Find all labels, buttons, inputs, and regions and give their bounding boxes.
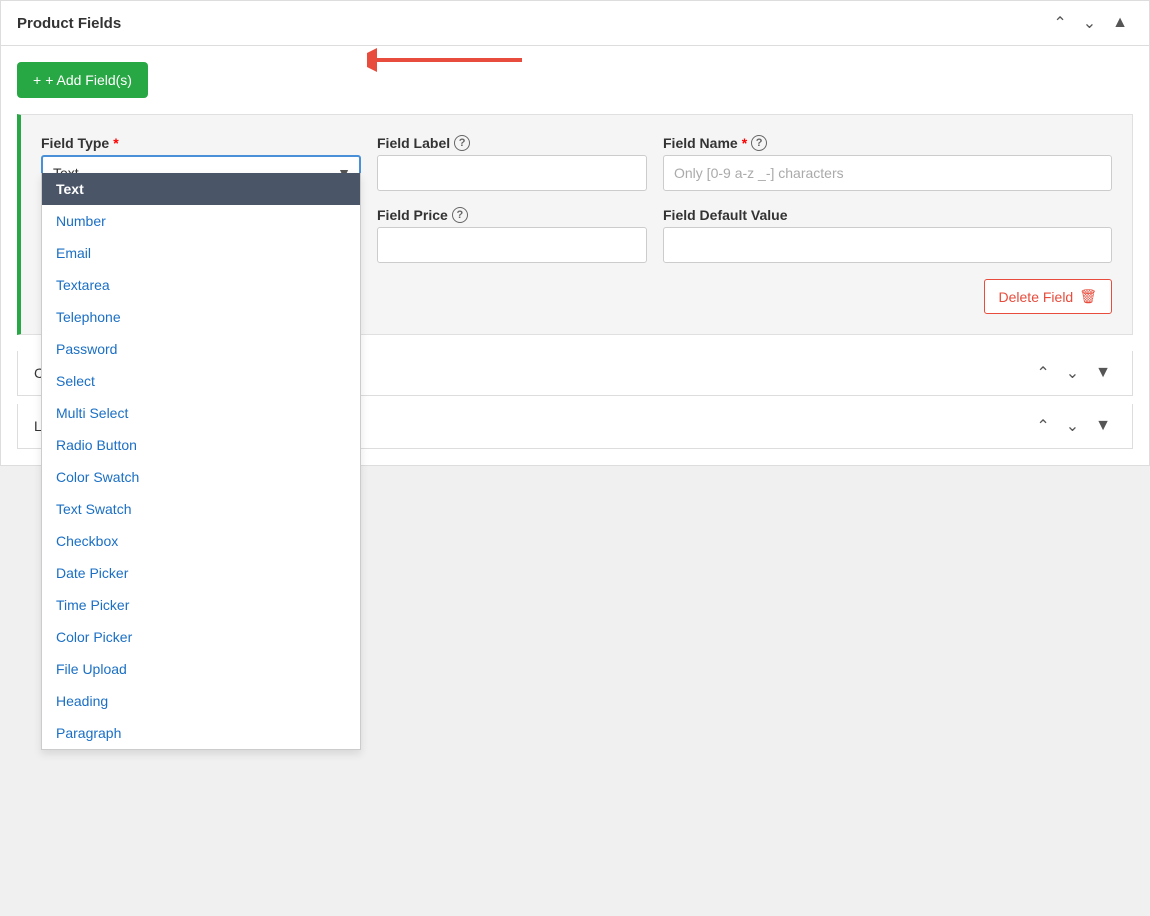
field-default-value-label: Field Default Value bbox=[663, 207, 1112, 223]
dropdown-item-color-picker[interactable]: Color Picker bbox=[42, 621, 360, 653]
fields-grid-top: Field Type * Text ▼ Text Number Email bbox=[41, 135, 1112, 191]
arrow-svg bbox=[367, 45, 527, 75]
field-price-group: Field Price ? bbox=[377, 207, 647, 263]
delete-field-label: Delete Field bbox=[999, 289, 1074, 305]
panel-title: Product Fields bbox=[17, 15, 121, 32]
dropdown-item-date-picker[interactable]: Date Picker bbox=[42, 557, 360, 589]
trash-icon: 🗑 bbox=[1079, 288, 1097, 305]
field-name-group: Field Name * ? bbox=[663, 135, 1112, 191]
field-label-info-icon[interactable]: ? bbox=[454, 135, 470, 151]
section-co-controls: ⌃ ⌄ ▼ bbox=[1031, 361, 1116, 385]
dropdown-item-radio-button[interactable]: Radio Button bbox=[42, 429, 360, 461]
dropdown-item-text[interactable]: Text bbox=[42, 173, 360, 205]
field-name-input[interactable] bbox=[663, 155, 1112, 191]
field-type-dropdown: Text Number Email Textarea Telephone Pas… bbox=[41, 173, 361, 750]
dropdown-item-time-picker[interactable]: Time Picker bbox=[42, 589, 360, 621]
dropdown-item-color-swatch[interactable]: Color Swatch bbox=[42, 461, 360, 493]
dropdown-item-password[interactable]: Password bbox=[42, 333, 360, 365]
header-controls: ⌃ ⌄ ▲ bbox=[1048, 11, 1133, 35]
section-co-down[interactable]: ⌄ bbox=[1061, 361, 1084, 385]
section-lab-controls: ⌃ ⌄ ▼ bbox=[1031, 414, 1116, 438]
delete-field-button[interactable]: Delete Field 🗑 bbox=[984, 279, 1112, 314]
expand-button[interactable]: ▲ bbox=[1107, 11, 1133, 35]
field-label-group: Field Label ? bbox=[377, 135, 647, 191]
panel-header: Product Fields ⌃ ⌄ ▲ bbox=[0, 0, 1150, 46]
section-lab-up[interactable]: ⌃ bbox=[1031, 414, 1054, 438]
fields-grid-bottom: Field Price ? Field Default Value bbox=[377, 207, 1112, 263]
dropdown-item-multi-select[interactable]: Multi Select bbox=[42, 397, 360, 429]
field-label-input[interactable] bbox=[377, 155, 647, 191]
section-co-expand[interactable]: ▼ bbox=[1090, 361, 1116, 385]
field-default-value-group: Field Default Value bbox=[663, 207, 1112, 263]
field-name-label: Field Name * ? bbox=[663, 135, 1112, 151]
main-wrapper: Product Fields ⌃ ⌄ ▲ + + Add Field(s) Fi… bbox=[0, 0, 1150, 466]
field-price-input[interactable] bbox=[377, 227, 647, 263]
field-type-group: Field Type * Text ▼ Text Number Email bbox=[41, 135, 361, 191]
move-up-button[interactable]: ⌃ bbox=[1048, 11, 1071, 35]
red-arrow bbox=[367, 45, 527, 75]
dropdown-item-checkbox[interactable]: Checkbox bbox=[42, 525, 360, 557]
panel-body: + + Add Field(s) Field Type * Text bbox=[0, 46, 1150, 466]
field-row-container: Field Type * Text ▼ Text Number Email bbox=[17, 114, 1133, 335]
dropdown-item-email[interactable]: Email bbox=[42, 237, 360, 269]
field-label-label: Field Label ? bbox=[377, 135, 647, 151]
section-lab-down[interactable]: ⌄ bbox=[1061, 414, 1084, 438]
dropdown-item-select[interactable]: Select bbox=[42, 365, 360, 397]
section-lab-expand[interactable]: ▼ bbox=[1090, 414, 1116, 438]
field-price-info-icon[interactable]: ? bbox=[452, 207, 468, 223]
dropdown-item-textarea[interactable]: Textarea bbox=[42, 269, 360, 301]
section-co-up[interactable]: ⌃ bbox=[1031, 361, 1054, 385]
field-name-required-star: * bbox=[742, 135, 747, 151]
plus-icon: + bbox=[33, 72, 41, 88]
required-star: * bbox=[113, 135, 118, 151]
dropdown-item-text-swatch[interactable]: Text Swatch bbox=[42, 493, 360, 525]
add-field-button[interactable]: + + Add Field(s) bbox=[17, 62, 148, 98]
dropdown-item-heading[interactable]: Heading bbox=[42, 685, 360, 717]
dropdown-item-paragraph[interactable]: Paragraph bbox=[42, 717, 360, 749]
field-price-label: Field Price ? bbox=[377, 207, 647, 223]
field-type-label: Field Type * bbox=[41, 135, 361, 151]
dropdown-item-telephone[interactable]: Telephone bbox=[42, 301, 360, 333]
dropdown-item-file-upload[interactable]: File Upload bbox=[42, 653, 360, 685]
add-field-label: + Add Field(s) bbox=[45, 72, 132, 88]
field-name-info-icon[interactable]: ? bbox=[751, 135, 767, 151]
move-down-button[interactable]: ⌄ bbox=[1078, 11, 1101, 35]
dropdown-item-number[interactable]: Number bbox=[42, 205, 360, 237]
field-default-value-input[interactable] bbox=[663, 227, 1112, 263]
